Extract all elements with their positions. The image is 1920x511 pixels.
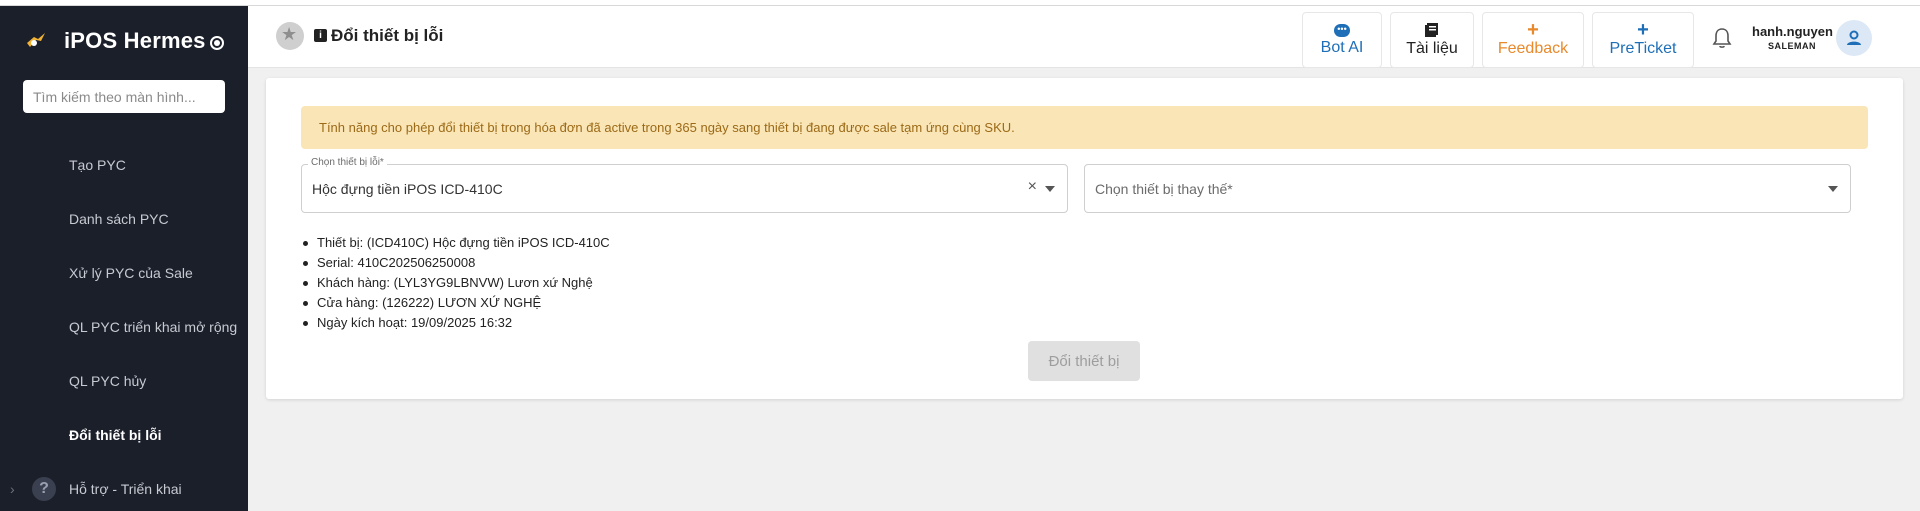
help-circle-icon: ? xyxy=(32,477,56,501)
notice-text: Tính năng cho phép đổi thiết bị trong hó… xyxy=(319,120,1015,135)
replacement-device-placeholder: Chọn thiết bị thay thế* xyxy=(1095,181,1233,197)
avatar[interactable] xyxy=(1836,20,1872,56)
swap-device-button[interactable]: Đổi thiết bị xyxy=(1028,341,1140,381)
plus-icon: + xyxy=(1527,19,1539,41)
window-top-strip xyxy=(0,0,1920,6)
detail-device: Thiết bị: (ICD410C) Hộc đựng tiền iPOS I… xyxy=(301,233,610,253)
sidebar-toggle-icon[interactable] xyxy=(210,36,224,50)
brand[interactable]: iPOS Hermes xyxy=(24,28,206,54)
detail-store: Cửa hàng: (126222) LƯƠN XỨ NGHỆ xyxy=(301,293,610,313)
sidebar-item-label: Danh sách PYC xyxy=(69,211,169,227)
user-icon xyxy=(1847,30,1861,45)
notice-banner: Tính năng cho phép đổi thiết bị trong hó… xyxy=(301,106,1868,149)
dropdown-caret-icon[interactable] xyxy=(1045,186,1055,192)
book-icon xyxy=(1425,23,1438,37)
brand-title: iPOS Hermes xyxy=(64,28,206,53)
sidebar-group-label: Hỗ trợ - Triển khai xyxy=(69,481,182,497)
sidebar-menu: Tạo PYC Danh sách PYC Xử lý PYC của Sale… xyxy=(0,138,248,511)
sidebar-item-label: Xử lý PYC của Sale xyxy=(69,265,193,281)
sidebar-item-label: QL PYC triển khai mở rộng xyxy=(69,319,238,335)
faulty-device-value: Hộc đựng tiền iPOS ICD-410C xyxy=(312,181,503,197)
bot-ai-button[interactable]: ••• Bot AI xyxy=(1302,12,1382,68)
sidebar-item-xu-ly-pyc-sale[interactable]: Xử lý PYC của Sale xyxy=(0,246,248,300)
replacement-device-select[interactable]: Chọn thiết bị thay thế* xyxy=(1084,164,1851,213)
sidebar-item-tao-pyc[interactable]: Tạo PYC xyxy=(0,138,248,192)
chat-bubble-icon: ••• xyxy=(1334,23,1350,37)
user-name: hanh.nguyen xyxy=(1752,24,1833,39)
bell-icon[interactable] xyxy=(1710,26,1734,50)
faulty-device-select[interactable]: Chọn thiết bị lỗi* Hộc đựng tiền iPOS IC… xyxy=(301,157,1068,213)
sidebar-item-label: Đổi thiết bị lỗi xyxy=(69,427,162,443)
sidebar-group-ho-tro-trien-khai[interactable]: › ? Hỗ trợ - Triển khai xyxy=(0,462,248,511)
company-logo-icon xyxy=(276,22,304,50)
sidebar-search-input[interactable] xyxy=(23,80,225,113)
chevron-right-icon: › xyxy=(10,481,15,497)
detail-customer: Khách hàng: (LYL3YG9LBNVW) Lươn xứ Nghệ xyxy=(301,273,610,293)
dropdown-caret-icon[interactable] xyxy=(1828,186,1838,192)
bot-ai-label: Bot AI xyxy=(1320,38,1364,56)
feedback-label: Feedback xyxy=(1497,40,1569,57)
info-icon: i xyxy=(314,29,327,42)
detail-serial: Serial: 410C202506250008 xyxy=(301,253,610,273)
sidebar-item-label: Tạo PYC xyxy=(69,157,126,173)
clear-icon[interactable]: × xyxy=(1028,178,1037,196)
plus-icon: + xyxy=(1637,19,1649,41)
docs-button[interactable]: Tài liệu xyxy=(1390,12,1474,68)
sidebar-item-doi-thiet-bi-loi[interactable]: Đổi thiết bị lỗi xyxy=(0,408,248,462)
faulty-device-label: Chọn thiết bị lỗi* xyxy=(308,157,387,168)
sidebar-item-ql-pyc-trien-khai[interactable]: QL PYC triển khai mở rộng xyxy=(0,300,248,354)
detail-activation-date: Ngày kích hoạt: 19/09/2025 16:32 xyxy=(301,313,610,333)
sidebar-item-ql-pyc-huy[interactable]: QL PYC hủy xyxy=(0,354,248,408)
sidebar-item-danh-sach-pyc[interactable]: Danh sách PYC xyxy=(0,192,248,246)
brand-logo-icon xyxy=(27,33,45,47)
device-details-list: Thiết bị: (ICD410C) Hộc đựng tiền iPOS I… xyxy=(301,233,610,333)
device-swap-card: Tính năng cho phép đổi thiết bị trong hó… xyxy=(266,78,1903,399)
page-title: Đổi thiết bị lỗi xyxy=(331,26,444,45)
top-header: i Đổi thiết bị lỗi ••• Bot AI Tài liệu +… xyxy=(248,6,1920,68)
preticket-label: PreTicket xyxy=(1609,40,1677,57)
sidebar-item-label: QL PYC hủy xyxy=(69,373,147,389)
sidebar: iPOS Hermes Tạo PYC Danh sách PYC Xử lý … xyxy=(0,6,248,511)
preticket-button[interactable]: + PreTicket xyxy=(1592,12,1694,68)
docs-label: Tài liệu xyxy=(1406,40,1458,57)
feedback-button[interactable]: + Feedback xyxy=(1482,12,1584,68)
user-role: SALEMAN xyxy=(1768,41,1816,51)
